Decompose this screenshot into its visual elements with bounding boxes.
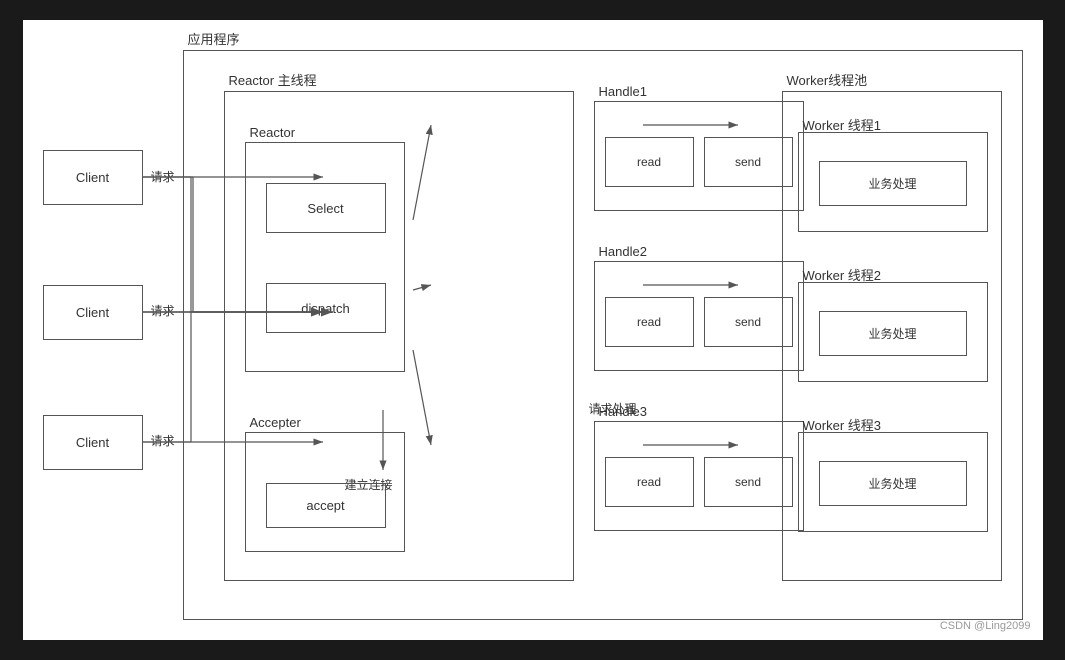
client-box-3: Client	[43, 415, 143, 470]
worker-pool-label: Worker线程池	[787, 70, 868, 89]
worker-task-3: 业务处理	[819, 461, 967, 506]
handle2-read: read	[605, 297, 694, 347]
handle1-send: send	[704, 137, 793, 187]
request-label-1: 请求	[151, 168, 175, 185]
select-box: Select	[266, 183, 386, 233]
app-box: 应用程序 Reactor 主线程 Reactor Select dispatch…	[183, 50, 1023, 620]
request-label-2: 请求	[151, 302, 175, 319]
accepter-label: Accepter	[250, 415, 301, 430]
handle-box-1: Handle1 read send	[594, 101, 804, 211]
handle-box-3: Handle3 read send	[594, 421, 804, 531]
worker-label-2: Worker 线程2	[803, 265, 882, 284]
accept-box: accept	[266, 483, 386, 528]
handle3-send: send	[704, 457, 793, 507]
worker-task-2: 业务处理	[819, 311, 967, 356]
handle-box-2: Handle2 read send	[594, 261, 804, 371]
reactor-main-label: Reactor 主线程	[229, 70, 317, 89]
client-box-2: Client	[43, 285, 143, 340]
handle-label-1: Handle1	[599, 84, 647, 99]
client-box-1: Client	[43, 150, 143, 205]
request-label-3: 请求	[151, 432, 175, 449]
worker-task-1: 业务处理	[819, 161, 967, 206]
reactor-inner-box: Reactor Select dispatch	[245, 142, 405, 372]
worker-label-1: Worker 线程1	[803, 115, 882, 134]
app-label: 应用程序	[188, 29, 240, 48]
worker-box-1: Worker 线程1 业务处理	[798, 132, 988, 232]
handle-label-2: Handle2	[599, 244, 647, 259]
handle-label-3: Handle3	[599, 404, 647, 419]
worker-box-3: Worker 线程3 业务处理	[798, 432, 988, 532]
reactor-main-box: Reactor 主线程 Reactor Select dispatch Acce…	[224, 91, 574, 581]
handle1-read: read	[605, 137, 694, 187]
watermark: CSDN @Ling2099	[940, 620, 1031, 632]
reactor-label: Reactor	[250, 125, 296, 140]
accepter-box: Accepter accept	[245, 432, 405, 552]
dispatch-box: dispatch	[266, 283, 386, 333]
main-canvas: Client Client Client 请求 请求 请求 建立连接 请求处理 …	[23, 20, 1043, 640]
worker-label-3: Worker 线程3	[803, 415, 882, 434]
worker-box-2: Worker 线程2 业务处理	[798, 282, 988, 382]
handle2-send: send	[704, 297, 793, 347]
worker-pool-box: Worker线程池 Worker 线程1 业务处理 Worker 线程2 业务处…	[782, 91, 1002, 581]
handle3-read: read	[605, 457, 694, 507]
